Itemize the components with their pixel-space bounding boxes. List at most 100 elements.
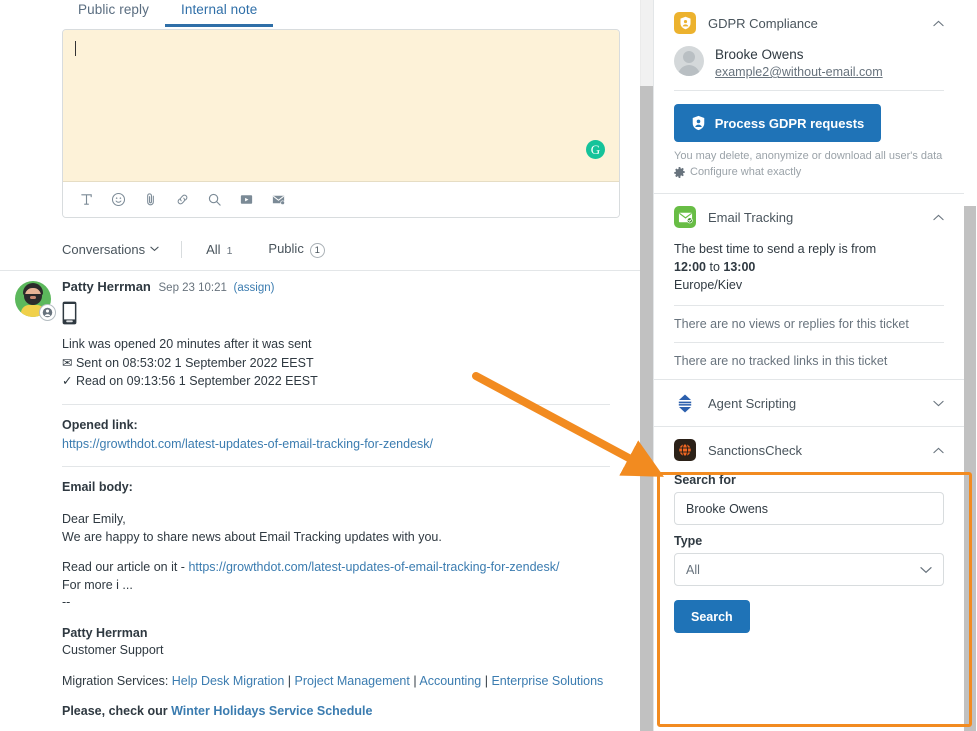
sidebar-scrollbar-thumb[interactable] [964,206,976,731]
ticket-conversation-pane: Public reply Internal note G Conversatio… [0,0,640,731]
email-tracking-icon [674,206,696,228]
sanctions-globe-icon [674,439,696,461]
message-timestamp: Sep 23 10:21 [158,282,227,294]
chevron-up-icon[interactable] [933,214,944,221]
process-gdpr-requests-button[interactable]: Process GDPR requests [674,104,881,142]
chevron-down-icon [150,246,159,252]
message-header: Patty Herrman Sep 23 10:21 (assign) [62,279,610,294]
avatar [15,281,61,327]
gdpr-configure-label: Configure what exactly [690,166,802,178]
conversation-message: Patty Herrman Sep 23 10:21 (assign) Link… [0,279,640,731]
app-agent-scripting-header[interactable]: Agent Scripting [674,380,944,426]
more-line: For more i ... [62,577,133,592]
schedule-line: Please, check our Winter Holidays Servic… [62,703,610,721]
tracking-line-1: ✉ Sent on 08:53:02 1 September 2022 EEST [62,355,314,370]
conversations-dropdown-label: Conversations [62,241,146,257]
signature-name: Patty Herrman [62,625,148,640]
text-format-icon[interactable] [75,188,98,211]
app-sanctions-check: SanctionsCheck Search for Type All Searc… [654,427,964,633]
email-body-title: Email body: [62,480,133,494]
attachment-icon[interactable] [139,188,162,211]
best-time-timezone: Europe/Kiev [674,278,743,292]
gdpr-note: You may delete, anonymize or download al… [674,150,943,162]
search-icon[interactable] [203,188,226,211]
emoji-icon[interactable] [107,188,130,211]
conversations-dropdown[interactable]: Conversations [62,242,159,257]
article-line: Read our article on it - https://growthd… [62,559,610,577]
gdpr-user-row: Brooke Owens example2@without-email.com [674,46,944,90]
best-time-prefix: The best time to send a reply is from [674,242,877,256]
sanctions-search-button[interactable]: Search [674,600,750,633]
link-winter-holidays-schedule[interactable]: Winter Holidays Service Schedule [171,704,372,718]
message-body: Patty Herrman Sep 23 10:21 (assign) Link… [62,279,640,731]
chevron-up-icon[interactable] [933,20,944,27]
process-gdpr-requests-label: Process GDPR requests [714,115,865,131]
signature-role: Customer Support [62,643,164,657]
app-email-tracking: Email Tracking The best time to send a r… [654,194,964,380]
link-project-management[interactable]: Project Management [295,674,410,688]
dashes-line: -- [62,595,71,609]
filter-all[interactable]: All 1 [206,242,232,257]
app-email-tracking-title: Email Tracking [708,209,794,225]
best-time-joiner: to [709,260,720,274]
schedule-prefix: Please, check our [62,704,172,718]
link-icon[interactable] [171,188,194,211]
search-for-input[interactable] [674,492,944,525]
app-email-tracking-header[interactable]: Email Tracking [674,194,944,240]
assign-link[interactable]: (assign) [234,282,275,294]
article-prefix: Read our article on it - [62,560,189,574]
chevron-up-icon[interactable] [933,447,944,454]
filter-public[interactable]: Public 1 [268,240,325,258]
apps-sidebar: GDPR Compliance Brooke Owens example2@wi… [653,0,964,731]
tracking-line-0: Link was opened 20 minutes after it was … [62,337,312,351]
body-line-0: Dear Emily, [62,512,126,526]
message-author: Patty Herrman [62,279,151,294]
body-line-1: We are happy to share news about Email T… [62,529,442,544]
tab-public-reply[interactable]: Public reply [62,0,165,24]
divider [62,466,610,467]
best-time-block: The best time to send a reply is from 12… [674,240,944,294]
app-gdpr-compliance: GDPR Compliance Brooke Owens example2@wi… [654,0,964,194]
best-time-to: 13:00 [723,260,756,274]
divider [674,90,944,91]
macro-icon[interactable] [235,188,258,211]
type-label: Type [674,534,703,548]
text-caret [75,41,76,56]
gdpr-configure-link[interactable]: Configure what exactly [674,165,944,193]
chevron-down-icon[interactable] [933,400,944,407]
filter-public-label: Public [268,240,304,256]
agent-scripting-icon [674,392,696,414]
opened-link-url[interactable]: https://growthdot.com/latest-updates-of-… [62,437,433,451]
conversation-scrollbar-thumb[interactable] [640,86,653,731]
app-sanctions-check-header[interactable]: SanctionsCheck [674,427,944,473]
opened-link-title: Opened link: [62,417,138,432]
divider [62,403,610,405]
no-views-message: There are no views or replies for this t… [674,317,909,331]
pane-divider [0,270,640,271]
type-select-value: All [686,562,700,577]
tab-internal-note[interactable]: Internal note [164,0,274,27]
tracking-line-2: ✓ Read on 09:13:56 1 September 2022 EEST [62,374,318,388]
grammarly-badge-icon[interactable]: G [586,140,605,159]
no-tracked-links-message: There are no tracked links in this ticke… [674,354,888,368]
gdpr-user-email[interactable]: example2@without-email.com [715,65,883,79]
app-sanctions-check-title: SanctionsCheck [708,442,802,458]
link-accounting[interactable]: Accounting [419,674,481,688]
email-icon[interactable] [267,188,290,211]
filter-public-count: 1 [309,242,325,258]
app-agent-scripting-title: Agent Scripting [708,395,797,411]
link-enterprise-solutions[interactable]: Enterprise Solutions [491,674,603,688]
divider [181,240,183,258]
gear-icon [674,167,685,178]
link-help-desk-migration[interactable]: Help Desk Migration [172,674,285,688]
zendesk-ticket-screen: Public reply Internal note G Conversatio… [0,0,977,731]
composer-toolbar [63,182,619,217]
migration-services-line: Migration Services: Help Desk Migration … [62,673,604,688]
article-url[interactable]: https://growthdot.com/latest-updates-of-… [188,560,559,574]
agent-badge-icon [39,304,56,321]
filter-all-count: 1 [226,244,233,257]
composer-textarea[interactable]: G [63,30,619,182]
type-select[interactable]: All [674,553,944,586]
app-gdpr-title: GDPR Compliance [708,15,818,31]
app-gdpr-header[interactable]: GDPR Compliance [674,0,944,46]
